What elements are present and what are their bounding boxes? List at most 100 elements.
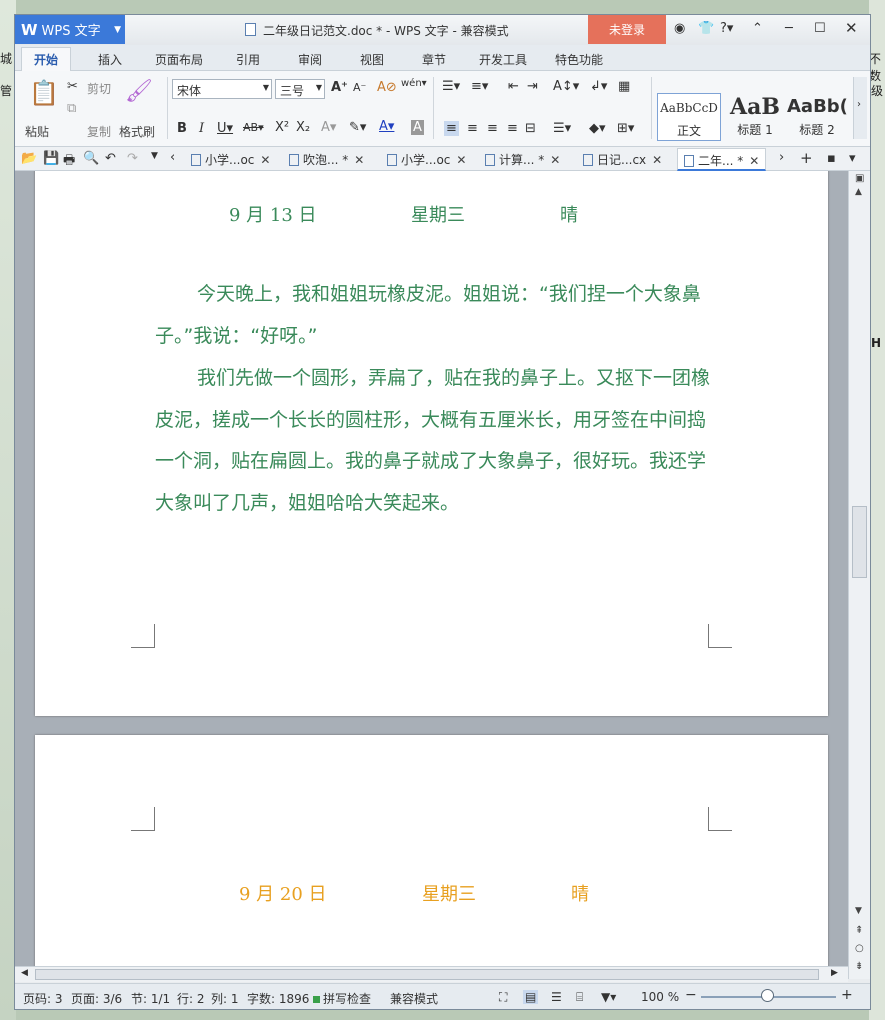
close-icon[interactable]: ✕: [749, 154, 759, 168]
align-center-icon[interactable]: ≡: [467, 121, 478, 136]
doc-tab[interactable]: 小学...oc ✕: [387, 151, 466, 168]
ribbon-scroll[interactable]: ›: [853, 77, 867, 139]
maximize-icon[interactable]: ☐: [814, 21, 826, 36]
zoom-out-icon[interactable]: −: [685, 987, 697, 1003]
previous-page-icon[interactable]: ⇞: [855, 925, 863, 936]
skin-icon[interactable]: ◉: [674, 21, 685, 36]
undo-icon[interactable]: ↶: [105, 151, 116, 166]
save-icon[interactable]: 💾: [43, 151, 59, 166]
highlight-icon[interactable]: ✎▾: [349, 120, 366, 135]
scroll-settings-icon[interactable]: ▣: [855, 173, 864, 184]
pinyin-icon[interactable]: wén▾: [401, 78, 427, 89]
scrollbar-thumb[interactable]: [852, 506, 867, 578]
reading-view-icon[interactable]: ▼▾: [601, 990, 616, 1004]
close-icon[interactable]: ✕: [652, 153, 662, 167]
outline-view-icon[interactable]: ☰: [551, 990, 562, 1004]
clear-format-icon[interactable]: A⊘: [377, 80, 397, 95]
close-icon[interactable]: ✕: [845, 19, 858, 37]
doc-tab-active[interactable]: 二年... * ✕: [677, 148, 767, 171]
superscript-icon[interactable]: X²: [275, 120, 289, 135]
login-button[interactable]: 未登录: [588, 15, 666, 44]
open-folder-icon[interactable]: 📂: [21, 151, 37, 166]
close-icon[interactable]: ✕: [260, 153, 270, 167]
wps-menu-button[interactable]: W WPS 文字 ▼: [15, 15, 125, 44]
sort-icon[interactable]: A↕▾: [553, 79, 579, 94]
bullets-icon[interactable]: ☰▾: [442, 79, 460, 94]
collapse-ribbon-icon[interactable]: ⌃: [752, 21, 763, 36]
justify-icon[interactable]: ≡: [507, 121, 518, 136]
close-icon[interactable]: ✕: [550, 153, 560, 167]
scroll-down-icon[interactable]: ▼: [855, 906, 862, 916]
tab-menu-icon[interactable]: ▾: [849, 151, 856, 166]
doc-tab[interactable]: 日记...cx ✕: [583, 151, 662, 168]
show-marks-icon[interactable]: ↲▾: [590, 79, 607, 94]
char-shading-icon[interactable]: A: [411, 120, 424, 135]
status-page-no[interactable]: 页码: 3: [23, 990, 63, 1007]
minimize-icon[interactable]: ─: [785, 21, 793, 36]
vertical-scrollbar[interactable]: ▣ ▲ ▼ ⇞ ○ ⇟: [848, 171, 870, 979]
scroll-left-icon[interactable]: ◀: [21, 968, 28, 978]
font-size-select[interactable]: 三号 ▼: [275, 79, 325, 99]
text-effect-icon[interactable]: A▾: [321, 120, 336, 135]
spell-check-button[interactable]: 拼写检查: [313, 990, 371, 1007]
tab-references[interactable]: 引用: [236, 51, 260, 68]
align-right-icon[interactable]: ≡: [487, 121, 498, 136]
zoom-level[interactable]: 100 %: [641, 990, 679, 1004]
copy-button[interactable]: 复制: [87, 123, 111, 140]
tab-review[interactable]: 审阅: [298, 51, 322, 68]
font-name-select[interactable]: 宋体 ▼: [172, 79, 272, 99]
scroll-up-icon[interactable]: ▲: [855, 187, 862, 197]
status-word-count[interactable]: 字数: 1896: [247, 990, 309, 1007]
shirt-icon[interactable]: 👕: [698, 21, 714, 36]
tab-view[interactable]: 视图: [360, 51, 384, 68]
subscript-icon[interactable]: X₂: [296, 120, 310, 135]
zoom-in-icon[interactable]: +: [841, 987, 853, 1003]
document-area[interactable]: 9 月 13 日 星期三 晴 今天晚上，我和姐姐玩橡皮泥。姐姐说：“我们捏一个大…: [15, 171, 848, 979]
tab-page-layout[interactable]: 页面布局: [155, 51, 203, 68]
fill-color-icon[interactable]: ◆▾: [589, 121, 606, 136]
line-spacing-icon[interactable]: ☰▾: [553, 121, 571, 136]
tab-special[interactable]: 特色功能: [555, 51, 603, 68]
increase-indent-icon[interactable]: ⇥: [527, 79, 538, 94]
shrink-font-icon[interactable]: A⁻: [353, 81, 366, 94]
borders-icon[interactable]: ⊞▾: [617, 121, 634, 136]
close-icon[interactable]: ✕: [456, 153, 466, 167]
cut-button[interactable]: 剪切: [87, 80, 111, 97]
style-heading-1[interactable]: AaB 标题 1: [723, 93, 787, 141]
status-pages[interactable]: 页面: 3/6: [71, 990, 122, 1007]
next-page-icon[interactable]: ⇟: [855, 961, 863, 972]
page-view-icon[interactable]: ▤: [523, 990, 539, 1004]
tab-developer[interactable]: 开发工具: [479, 51, 527, 68]
style-heading-2[interactable]: AaBb( 标题 2: [787, 93, 847, 141]
font-color-icon[interactable]: A▾: [379, 119, 394, 134]
paste-button[interactable]: 粘贴: [25, 123, 49, 140]
format-painter-icon[interactable]: 🖌: [125, 79, 153, 104]
italic-icon[interactable]: I: [199, 121, 204, 136]
paste-icon[interactable]: 📋: [29, 79, 59, 107]
browse-object-icon[interactable]: ○: [855, 943, 864, 954]
align-left-icon[interactable]: ≡: [444, 121, 459, 136]
strikethrough-icon[interactable]: AB▾: [243, 121, 264, 134]
print-icon[interactable]: 🖶: [63, 151, 75, 173]
horizontal-scrollbar[interactable]: ◀ ▶: [15, 966, 848, 982]
numbering-icon[interactable]: ≡▾: [471, 79, 488, 94]
print-preview-icon[interactable]: 🔍: [83, 151, 99, 166]
scrollbar-thumb[interactable]: [35, 969, 819, 980]
doc-tab[interactable]: 计算... * ✕: [485, 151, 560, 168]
doc-tab[interactable]: 吹泡... * ✕: [289, 151, 364, 168]
doc-tab[interactable]: 小学...oc ✕: [191, 151, 270, 168]
web-view-icon[interactable]: ⌸: [576, 990, 583, 1005]
tab-insert[interactable]: 插入: [98, 51, 122, 68]
new-tab-icon[interactable]: +: [800, 149, 813, 167]
chevron-left-icon[interactable]: ‹: [170, 150, 175, 165]
zoom-slider-thumb[interactable]: [761, 989, 774, 1002]
decrease-indent-icon[interactable]: ⇤: [508, 79, 519, 94]
distribute-icon[interactable]: ⊟: [525, 121, 536, 136]
redo-icon[interactable]: ↷: [127, 151, 138, 166]
grow-font-icon[interactable]: A⁺: [331, 80, 348, 95]
close-icon[interactable]: ✕: [354, 153, 364, 167]
window-list-icon[interactable]: ▪: [827, 151, 836, 166]
style-normal[interactable]: AaBbCcD 正文: [657, 93, 721, 141]
table-icon[interactable]: ▦: [618, 79, 630, 94]
scroll-right-icon[interactable]: ▶: [831, 968, 838, 978]
